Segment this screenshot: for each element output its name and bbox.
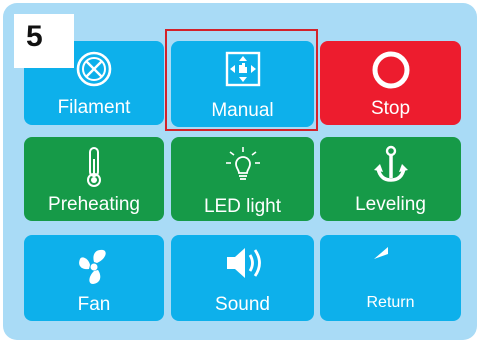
- leveling-button[interactable]: Leveling: [320, 137, 461, 221]
- sound-button[interactable]: Sound: [171, 235, 314, 321]
- light-bulb-icon: [171, 142, 314, 188]
- led-light-button[interactable]: LED light: [171, 137, 314, 221]
- stop-ring-icon: [320, 49, 461, 91]
- return-arrow-icon: [320, 244, 461, 284]
- step-number: 5: [26, 20, 43, 53]
- manual-move-icon: [171, 50, 314, 88]
- stop-label: Stop: [370, 98, 411, 119]
- stop-button[interactable]: Stop: [320, 41, 461, 125]
- return-button[interactable]: Return: [320, 235, 461, 321]
- return-label: Return: [366, 294, 415, 311]
- fan-icon: [24, 247, 164, 287]
- fan-button[interactable]: Fan: [24, 235, 164, 321]
- filament-label: Filament: [57, 97, 131, 118]
- leveling-label: Leveling: [355, 194, 426, 215]
- led-light-label: LED light: [203, 196, 282, 217]
- fan-label: Fan: [77, 294, 111, 315]
- anchor-icon: [320, 144, 461, 186]
- thermometer-icon: [24, 145, 164, 189]
- sound-label: Sound: [215, 294, 270, 315]
- speaker-icon: [171, 243, 314, 283]
- preheating-button[interactable]: Preheating: [24, 137, 164, 221]
- manual-button[interactable]: Manual: [171, 41, 314, 127]
- step-number-badge: 5: [14, 14, 74, 68]
- manual-label: Manual: [211, 100, 274, 121]
- preheating-label: Preheating: [48, 194, 140, 215]
